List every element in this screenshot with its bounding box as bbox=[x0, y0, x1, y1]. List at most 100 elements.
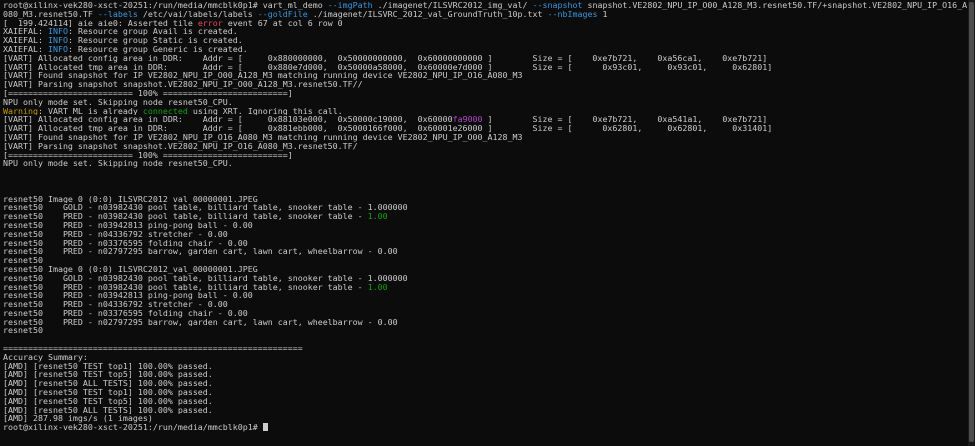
terminal-line: resnet50 PRED - n03982430 pool table, bi… bbox=[3, 283, 968, 292]
terminal-scrollbar[interactable] bbox=[968, 0, 975, 446]
terminal-line: [VART] Allocated config area in DDR: Add… bbox=[3, 54, 968, 63]
terminal-line: resnet50 GOLD - n03982430 pool table, bi… bbox=[3, 274, 968, 283]
terminal-text: resnet50 PRED - n02797295 barrow, garden… bbox=[3, 317, 398, 327]
terminal-line: resnet50 PRED - n03982430 pool table, bi… bbox=[3, 212, 968, 221]
terminal-text: [VART] Found snapshot for IP VE2802_NPU_… bbox=[3, 71, 523, 81]
terminal-text: root@xilinx-vek280-xsct-20251:/run/media… bbox=[3, 1, 328, 10]
terminal-line: Warning: VART ML is already connected us… bbox=[3, 107, 968, 116]
terminal-text: 1.00 bbox=[367, 282, 388, 292]
terminal-text: : VART ML is already bbox=[37, 106, 143, 116]
terminal-text: [========================= 100% ========… bbox=[3, 150, 293, 160]
terminal-line: resnet50 PRED - n02797295 barrow, garden… bbox=[3, 318, 968, 327]
terminal-line: resnet50 PRED - n04336792 stretcher - 0.… bbox=[3, 300, 968, 309]
terminal-text: snapshot.VE2802_NPU_IP_O00_A128_M3.resne… bbox=[582, 1, 968, 10]
terminal-text: [AMD] [resnet50 TEST top1] 100.00% passe… bbox=[3, 388, 213, 397]
terminal-line: XAIEFAL: INFO: Resource group Avail is c… bbox=[3, 27, 968, 36]
terminal-text: --labels bbox=[97, 9, 138, 19]
terminal-line: [VART] Allocated tmp area in DDR: Addr =… bbox=[3, 124, 968, 133]
terminal-line: resnet50 Image 0 (0:0) ILSVRC2012_val_00… bbox=[3, 265, 968, 274]
terminal-line: [========================= 100% ========… bbox=[3, 89, 968, 98]
terminal-output[interactable]: root@xilinx-vek280-xsct-20251:/run/media… bbox=[0, 0, 968, 446]
terminal-text: resnet50 GOLD - n03982430 pool table, bi… bbox=[3, 203, 408, 213]
terminal-text: [ 199.424114] aie aie0: Asserted tile bbox=[3, 18, 198, 28]
terminal-text: : Resource group Generic is created. bbox=[67, 44, 248, 54]
terminal-text: resnet50 Image 0 (0:0) ILSVRC2012_val_00… bbox=[3, 264, 258, 274]
terminal-text: ./imagenet/ILSVRC2012_img_val/ bbox=[372, 1, 533, 10]
terminal-text: [VART] Parsing snapshot snapshot.VE2802_… bbox=[3, 80, 363, 89]
terminal-line: XAIEFAL: INFO: Resource group Static is … bbox=[3, 36, 968, 45]
terminal-text: connected bbox=[142, 106, 188, 116]
terminal-line: [AMD] [resnet50 TEST top5] 100.00% passe… bbox=[3, 370, 968, 379]
terminal-line: [VART] Parsing snapshot snapshot.VE2802_… bbox=[3, 142, 968, 151]
terminal-text: [AMD] [resnet50 ALL TESTS] 100.00% passe… bbox=[3, 405, 213, 415]
scrollbar-thumb[interactable] bbox=[969, 2, 974, 442]
terminal-text: resnet50 PRED - n03376595 folding chair … bbox=[3, 308, 248, 318]
terminal-text: [========================= 100% ========… bbox=[3, 88, 293, 98]
terminal-line: Accuracy Summary: bbox=[3, 353, 968, 362]
terminal-text: --goldFile bbox=[257, 9, 308, 19]
terminal-line: [ 199.424114] aie aie0: Asserted tile er… bbox=[3, 19, 968, 28]
terminal-text: resnet50 PRED - n04336792 stretcher - 0.… bbox=[3, 229, 228, 239]
terminal-text: [VART] Allocated tmp area in DDR: Addr =… bbox=[3, 124, 773, 133]
terminal-text: resnet50 PRED - n03942813 ping-pong ball… bbox=[3, 291, 253, 301]
terminal-line: resnet50 PRED - n04336792 stretcher - 0.… bbox=[3, 230, 968, 239]
terminal-text: resnet50 PRED - n03982430 pool table, bi… bbox=[3, 212, 368, 221]
terminal-line: [VART] Allocated tmp area in DDR: Addr =… bbox=[3, 63, 968, 72]
terminal-text: XAIEFAL: bbox=[3, 27, 48, 37]
terminal-text: --imgPath bbox=[327, 1, 373, 10]
terminal-line: [AMD] [resnet50 ALL TESTS] 100.00% passe… bbox=[3, 406, 968, 415]
terminal-text: resnet50 PRED - n03942813 ping-pong ball… bbox=[3, 220, 253, 230]
terminal-text: INFO bbox=[47, 27, 68, 37]
terminal-line: XAIEFAL: INFO: Resource group Generic is… bbox=[3, 45, 968, 54]
terminal-text: [VART] Found snapshot for IP VE2802_NPU_… bbox=[3, 132, 523, 142]
terminal-text: XAIEFAL: bbox=[3, 36, 48, 45]
terminal-text: [VART] Parsing snapshot snapshot.VE2802_… bbox=[3, 141, 358, 151]
terminal-text: [AMD] [resnet50 TEST top1] 100.00% passe… bbox=[3, 361, 213, 371]
terminal-text: : Resource group Static is created. bbox=[67, 36, 243, 45]
terminal-line: resnet50 PRED - n03942813 ping-pong ball… bbox=[3, 291, 968, 300]
terminal-line: [AMD] [resnet50 TEST top5] 100.00% passe… bbox=[3, 397, 968, 406]
terminal-text: NPU only mode set. Skipping node resnet5… bbox=[3, 159, 233, 169]
terminal-text: Accuracy Summary: bbox=[3, 352, 88, 362]
terminal-line: [VART] Found snapshot for IP VE2802_NPU_… bbox=[3, 133, 968, 142]
terminal-line: [AMD] [resnet50 TEST top1] 100.00% passe… bbox=[3, 388, 968, 397]
terminal-cursor bbox=[262, 423, 268, 432]
terminal-line: [VART] Parsing snapshot snapshot.VE2802_… bbox=[3, 80, 968, 89]
terminal-text: resnet50 PRED - n03376595 folding chair … bbox=[3, 238, 248, 248]
terminal-text: [VART] Allocated config area in DDR: Add… bbox=[3, 115, 453, 125]
terminal-line: [VART] Allocated config area in DDR: Add… bbox=[3, 115, 968, 124]
terminal-text: event 67 at col 6 row 0 bbox=[222, 18, 343, 28]
terminal-text: [AMD] [resnet50 ALL TESTS] 100.00% passe… bbox=[3, 379, 213, 389]
terminal-text: : Resource group Avail is created. bbox=[67, 27, 238, 37]
terminal-line: ========================================… bbox=[3, 344, 968, 353]
terminal-text: resnet50 Image 0 (0:0) ILSVRC2012_val_00… bbox=[3, 194, 258, 204]
terminal-text: /etc/vai/labels/labels bbox=[137, 9, 258, 19]
terminal-line: [AMD] [resnet50 ALL TESTS] 100.00% passe… bbox=[3, 379, 968, 388]
terminal-text: ./imagenet/ILSVRC_2012_val_GroundTruth_1… bbox=[307, 9, 548, 19]
terminal-line: resnet50 PRED - n02797295 barrow, garden… bbox=[3, 247, 968, 256]
terminal-line: resnet50 GOLD - n03982430 pool table, bi… bbox=[3, 203, 968, 212]
terminal-text: resnet50 GOLD - n03982430 pool table, bi… bbox=[3, 273, 408, 283]
terminal-text: [AMD] 287.98 imgs/s (1 images) bbox=[3, 414, 153, 424]
terminal-line: 080_M3.resnet50.TF --labels /etc/vai/lab… bbox=[3, 10, 968, 19]
terminal-line: resnet50 PRED - n03376595 folding chair … bbox=[3, 309, 968, 318]
terminal-text: Warning bbox=[3, 106, 38, 116]
terminal-text: resnet50 bbox=[3, 326, 43, 336]
terminal-line: NPU only mode set. Skipping node resnet5… bbox=[3, 98, 968, 107]
terminal-text: resnet50 PRED - n03982430 pool table, bi… bbox=[3, 282, 368, 292]
terminal-text: 080_M3.resnet50.TF bbox=[3, 9, 98, 19]
terminal-text: resnet50 bbox=[3, 256, 43, 265]
terminal-text: INFO bbox=[47, 44, 68, 54]
terminal-line: NPU only mode set. Skipping node resnet5… bbox=[3, 159, 968, 168]
terminal-text: XAIEFAL: bbox=[3, 44, 48, 54]
terminal-text: --nbImages bbox=[547, 9, 598, 19]
terminal-line: resnet50 PRED - n03376595 folding chair … bbox=[3, 239, 968, 248]
terminal-text: [AMD] [resnet50 TEST top5] 100.00% passe… bbox=[3, 396, 213, 406]
terminal-text: ] Size = [ 0xe7b721, 0xa541a1, 0xe7b721] bbox=[482, 115, 768, 125]
terminal-text: resnet50 PRED - n02797295 barrow, garden… bbox=[3, 247, 398, 257]
terminal-text: [VART] Allocated config area in DDR: Add… bbox=[3, 53, 768, 63]
terminal-text: NPU only mode set. Skipping node resnet5… bbox=[3, 97, 233, 107]
